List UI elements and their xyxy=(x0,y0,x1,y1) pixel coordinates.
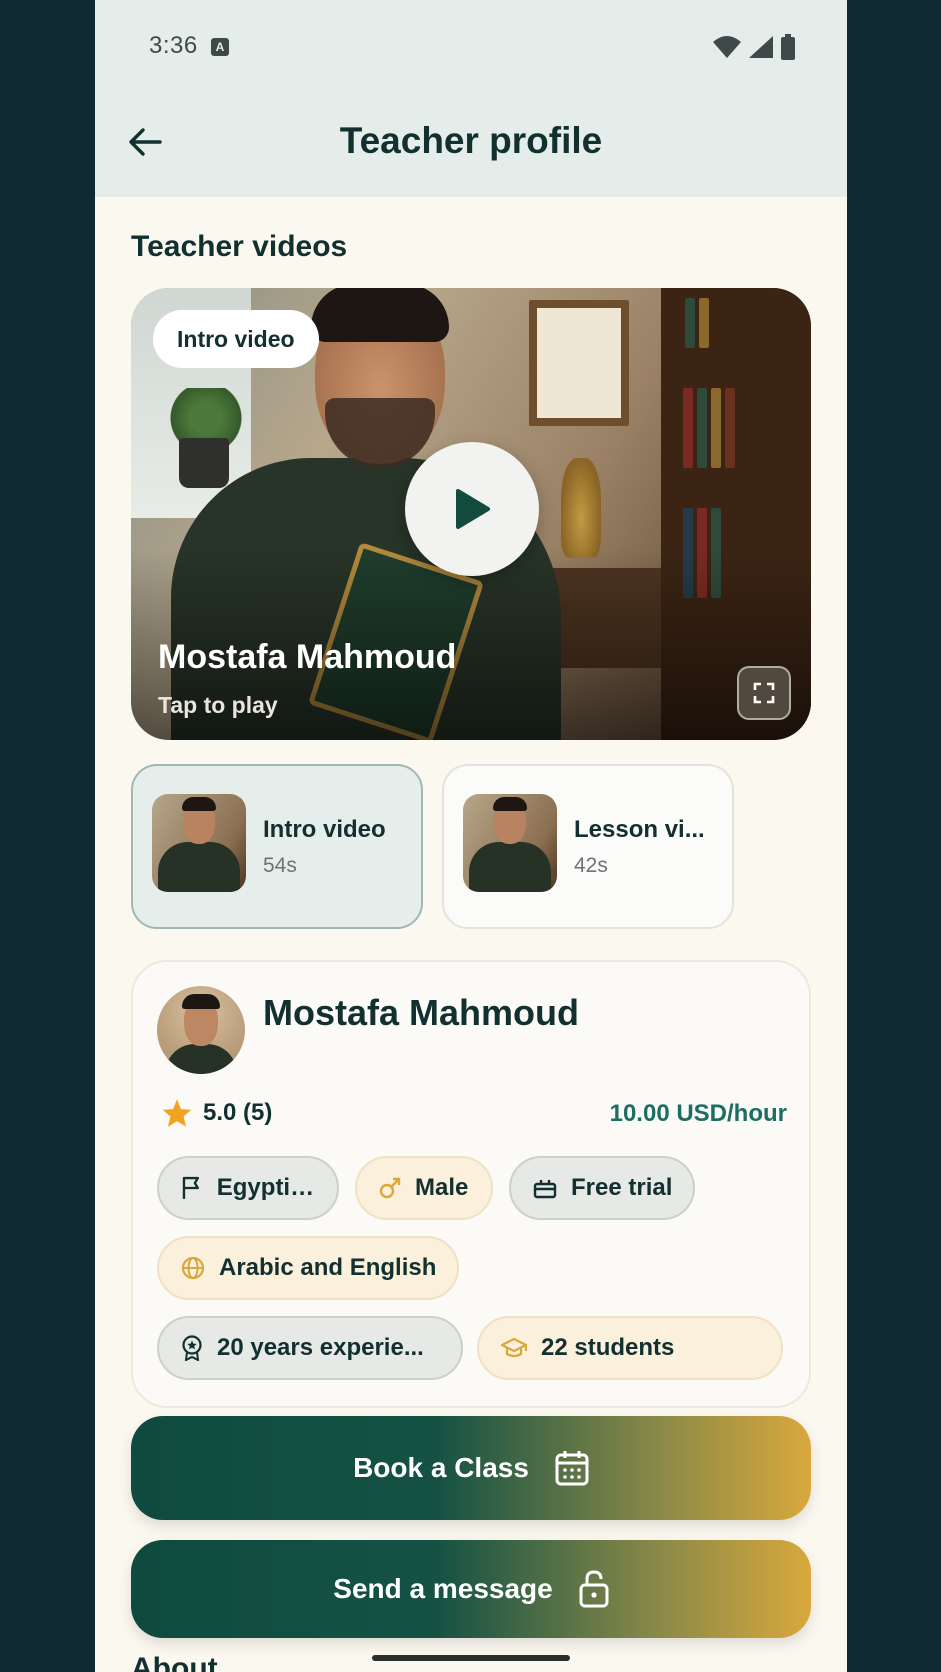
status-icons xyxy=(713,34,795,60)
flag-icon xyxy=(182,1176,200,1199)
teacher-info-card: Mostafa Mahmoud 5.0 (5) 10.00 USD/hour E… xyxy=(131,960,811,1408)
book-class-label: Book a Class xyxy=(353,1452,529,1483)
wifi-icon xyxy=(713,36,741,58)
cellular-signal-icon xyxy=(749,36,773,58)
chip-label: Egyptian xyxy=(216,1174,317,1201)
plant-pot-decor xyxy=(179,438,229,488)
gender-chip: Male xyxy=(355,1156,493,1220)
chip-label: Free trial xyxy=(571,1174,673,1201)
hourly-price: 10.00 USD/hour xyxy=(609,1100,787,1127)
intro-video-chip: Intro video xyxy=(153,310,319,368)
male-icon xyxy=(379,1177,401,1199)
experience-chip: 20 years experie... xyxy=(157,1316,463,1380)
video-thumb-intro[interactable]: Intro video 54s xyxy=(131,764,423,929)
status-time: 3:36 xyxy=(149,32,198,59)
video-thumb-duration: 54s xyxy=(263,854,297,877)
about-section-title: About xyxy=(131,1652,218,1672)
brass-lamp xyxy=(561,458,601,558)
rating: 5.0 (5) xyxy=(161,1098,272,1128)
rating-value: 5.0 (5) xyxy=(203,1099,273,1126)
languages-chip: Arabic and English xyxy=(157,1236,459,1300)
fullscreen-icon xyxy=(753,682,775,704)
play-button[interactable] xyxy=(405,442,539,576)
award-icon xyxy=(182,1335,202,1361)
chip-label: 22 students xyxy=(541,1334,675,1361)
star-icon xyxy=(162,1099,192,1127)
video-thumb-title: Intro video xyxy=(263,816,386,843)
battery-icon xyxy=(781,34,795,60)
fullscreen-button[interactable] xyxy=(737,666,791,720)
chip-label: Arabic and English xyxy=(219,1254,437,1281)
video-thumbnail-image xyxy=(463,794,557,892)
videos-section-title: Teacher videos xyxy=(131,230,348,263)
video-thumb-title: Lesson vi... xyxy=(574,816,705,843)
book-class-button[interactable]: Book a Class xyxy=(131,1416,811,1520)
video-thumbnail-image xyxy=(152,794,246,892)
calendar-icon xyxy=(555,1451,589,1486)
send-message-label: Send a message xyxy=(333,1573,553,1604)
app-header: 3:36 A Teacher profile xyxy=(95,0,847,197)
page-title: Teacher profile xyxy=(339,120,603,161)
avatar xyxy=(157,986,245,1074)
teacher-hair xyxy=(311,288,449,342)
gift-icon xyxy=(533,1180,557,1199)
video-thumb-duration: 42s xyxy=(574,854,608,877)
nationality-chip: Egyptian xyxy=(157,1156,339,1220)
play-icon xyxy=(456,489,490,529)
teacher-name: Mostafa Mahmoud xyxy=(263,992,580,1033)
send-message-button[interactable]: Send a message xyxy=(131,1540,811,1638)
lock-icon xyxy=(579,1570,609,1608)
home-indicator[interactable] xyxy=(372,1655,570,1661)
free-trial-chip: Free trial xyxy=(509,1156,695,1220)
phone-screen: 3:36 A Teacher profile Teacher videos In… xyxy=(95,0,847,1672)
hero-teacher-name: Mostafa Mahmoud xyxy=(158,638,457,676)
keyboard-indicator-icon: A xyxy=(211,38,229,56)
graduation-cap-icon xyxy=(501,1337,527,1358)
calligraphy-frame xyxy=(529,300,629,426)
chip-label: Male xyxy=(415,1174,469,1201)
chip-label: 20 years experie... xyxy=(217,1334,424,1361)
hero-tap-hint: Tap to play xyxy=(158,692,278,718)
hero-video-player[interactable]: Intro video Mostafa Mahmoud Tap to play xyxy=(131,288,811,740)
globe-icon xyxy=(181,1256,205,1280)
students-chip: 22 students xyxy=(477,1316,783,1380)
video-thumb-lesson[interactable]: Lesson vi... 42s xyxy=(442,764,734,929)
